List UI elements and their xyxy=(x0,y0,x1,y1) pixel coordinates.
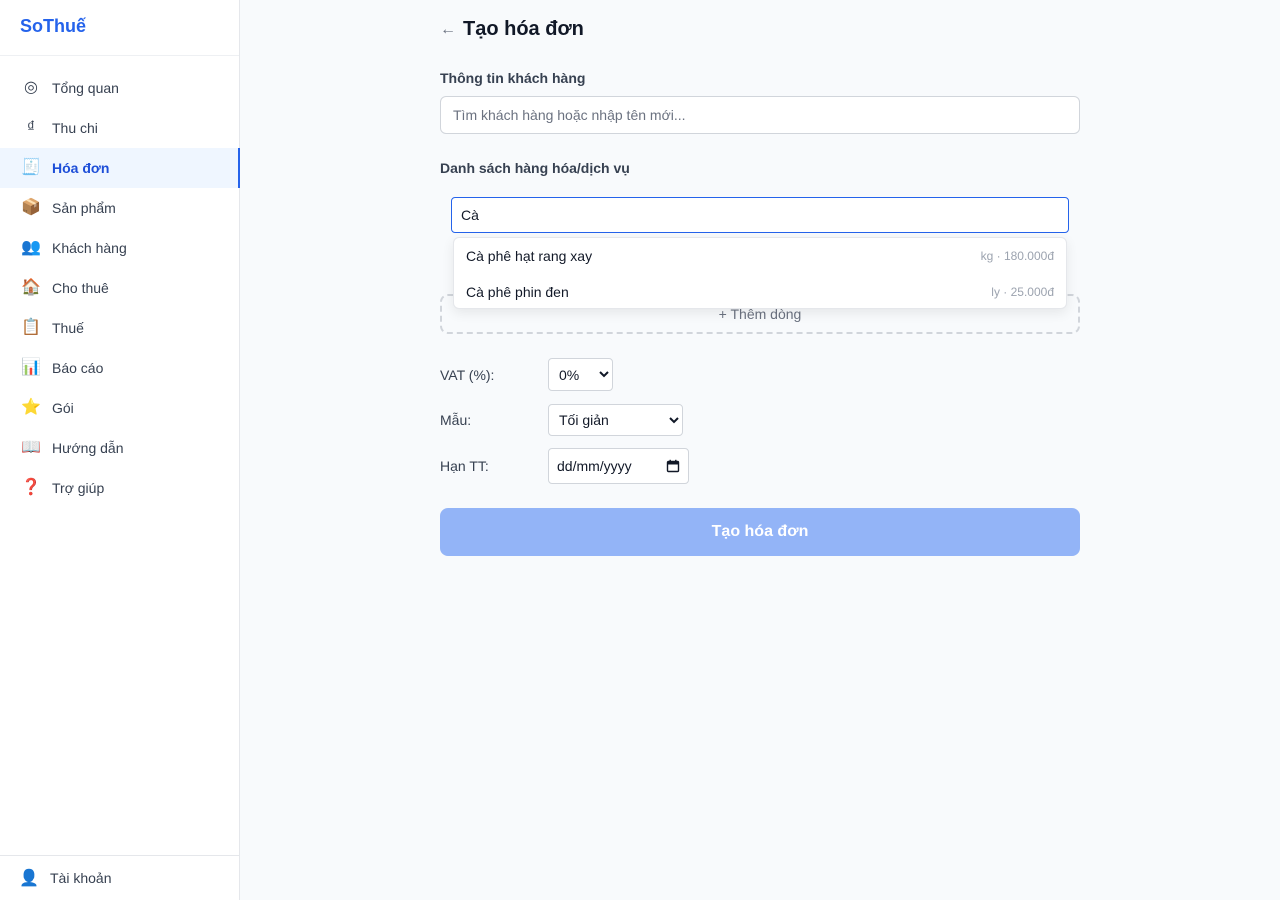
template-label: Mẫu: xyxy=(440,412,472,428)
receipt-icon: 🧾 xyxy=(21,159,41,176)
suggestion-name: Cà phê phin đen xyxy=(466,284,569,300)
overview-icon: ◎ xyxy=(24,79,38,96)
suggestion-meta: kg · 180.000đ xyxy=(980,249,1054,263)
sidebar-item-label: Hóa đơn xyxy=(52,160,110,176)
house-icon: 🏠 xyxy=(21,279,41,296)
due-date-row: Hạn TT: dd/mm/yyyy xyxy=(440,448,689,484)
due-date-label: Hạn TT: xyxy=(440,458,489,474)
vat-row: VAT (%): 0% xyxy=(440,358,613,391)
sidebar: SoThuế ◎ Tổng quan ₫ Thu chi 🧾 Hóa đơn 📦… xyxy=(0,0,240,900)
sidebar-item-label: Tổng quan xyxy=(52,80,119,96)
sidebar-item-label: Thu chi xyxy=(52,120,98,136)
suggestion-name: Cà phê hạt rang xay xyxy=(466,248,593,264)
page-title: Tạo hóa đơn xyxy=(463,18,584,40)
vat-select[interactable]: 0% xyxy=(548,358,613,391)
sidebar-item-help[interactable]: ❓ Trợ giúp xyxy=(0,468,239,508)
star-icon: ⭐ xyxy=(21,399,41,416)
user-icon: 👤 xyxy=(19,870,39,887)
bar-chart-icon: 📊 xyxy=(21,359,41,376)
sidebar-item-label: Hướng dẫn xyxy=(52,440,124,456)
sidebar-item-account[interactable]: 👤 Tài khoản xyxy=(0,855,239,900)
book-icon: 📖 xyxy=(21,439,41,456)
sidebar-item-label: Sản phẩm xyxy=(52,200,116,216)
product-search-input[interactable] xyxy=(451,197,1069,233)
sidebar-item-label: Gói xyxy=(52,400,74,416)
sidebar-item-products[interactable]: 📦 Sản phẩm xyxy=(0,188,239,228)
sidebar-item-reports[interactable]: 📊 Báo cáo xyxy=(0,348,239,388)
suggestion-item[interactable]: Cà phê hạt rang xay kg · 180.000đ xyxy=(454,238,1066,274)
customer-search-input[interactable] xyxy=(440,96,1080,134)
question-icon: ❓ xyxy=(21,479,41,496)
sidebar-item-plans[interactable]: ⭐ Gói xyxy=(0,388,239,428)
product-suggestions-dropdown: Cà phê hạt rang xay kg · 180.000đ Cà phê… xyxy=(453,237,1067,309)
vat-label: VAT (%): xyxy=(440,366,495,383)
package-icon: 📦 xyxy=(21,199,41,216)
sidebar-item-guide[interactable]: 📖 Hướng dẫn xyxy=(0,428,239,468)
users-icon: 👥 xyxy=(21,239,41,256)
sidebar-item-tax[interactable]: 📋 Thuế xyxy=(0,308,239,348)
sidebar-item-invoices[interactable]: 🧾 Hóa đơn xyxy=(0,148,240,188)
sidebar-item-label: Thuế xyxy=(52,320,84,336)
sidebar-item-label: Trợ giúp xyxy=(52,480,105,496)
brand-logo[interactable]: SoThuế xyxy=(0,0,239,56)
sidebar-item-label: Cho thuê xyxy=(52,280,109,296)
suggestion-meta: ly · 25.000đ xyxy=(991,285,1054,299)
sidebar-item-income-expense[interactable]: ₫ Thu chi xyxy=(0,108,239,148)
due-date-input[interactable]: dd/mm/yyyy xyxy=(548,448,689,484)
sidebar-item-label: Báo cáo xyxy=(52,360,104,376)
items-section-label: Danh sách hàng hóa/dịch vụ xyxy=(440,160,630,176)
sidebar-item-label: Khách hàng xyxy=(52,240,127,256)
create-invoice-button[interactable]: Tạo hóa đơn xyxy=(440,508,1080,556)
template-select[interactable]: Tối giản xyxy=(548,404,683,436)
back-arrow-icon[interactable]: ← xyxy=(440,19,456,41)
sidebar-item-rental[interactable]: 🏠 Cho thuê xyxy=(0,268,239,308)
sidebar-nav: ◎ Tổng quan ₫ Thu chi 🧾 Hóa đơn 📦 Sản ph… xyxy=(0,56,240,508)
suggestion-item[interactable]: Cà phê phin đen ly · 25.000đ xyxy=(454,274,1066,310)
sidebar-item-customers[interactable]: 👥 Khách hàng xyxy=(0,228,239,268)
clipboard-icon: 📋 xyxy=(21,319,41,336)
calendar-icon[interactable] xyxy=(666,459,680,473)
sidebar-item-label: Tài khoản xyxy=(50,870,112,886)
customer-section-label: Thông tin khách hàng xyxy=(440,70,586,86)
due-date-placeholder: dd/mm/yyyy xyxy=(557,458,632,474)
page-header: ← Tạo hóa đơn xyxy=(440,18,584,41)
dong-icon: ₫ xyxy=(26,119,36,136)
template-row: Mẫu: Tối giản xyxy=(440,404,683,436)
sidebar-item-overview[interactable]: ◎ Tổng quan xyxy=(0,68,239,108)
